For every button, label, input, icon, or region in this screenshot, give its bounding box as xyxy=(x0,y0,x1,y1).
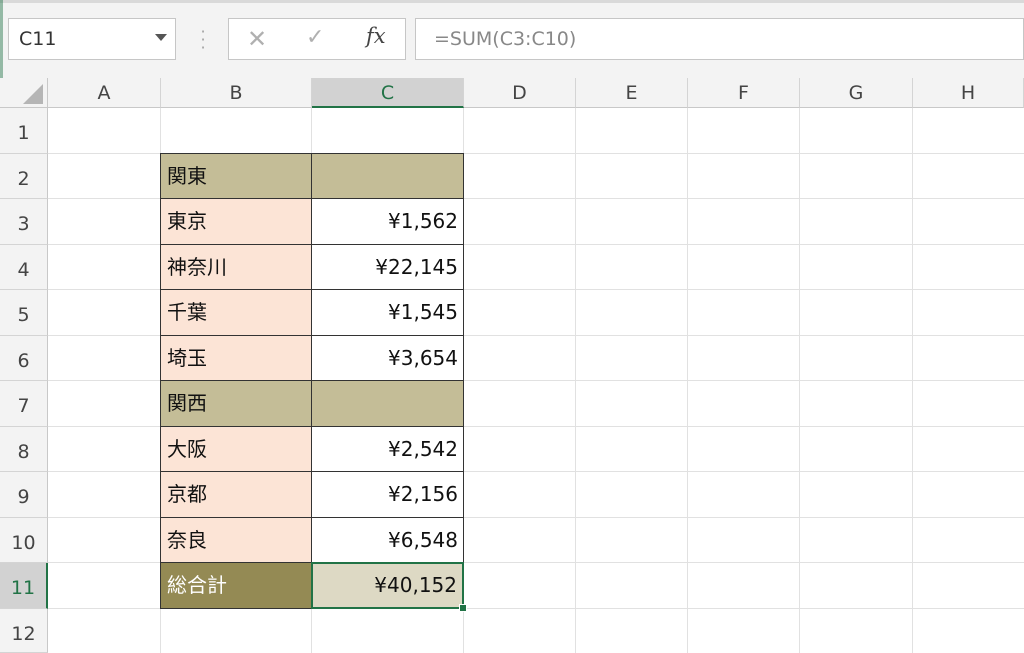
row-header-10[interactable]: 10 xyxy=(0,518,48,563)
cell-c11-grand-total-selected[interactable]: ¥40,152 xyxy=(311,562,464,609)
row-header-3[interactable]: 3 xyxy=(0,199,48,245)
name-box[interactable]: C11 xyxy=(8,18,176,60)
select-all-icon xyxy=(23,84,43,104)
row-header-5[interactable]: 5 xyxy=(0,290,48,336)
cell-c8[interactable]: ¥2,542 xyxy=(311,426,464,472)
row-header-11[interactable]: 11 xyxy=(0,563,48,609)
cell-b3[interactable]: 東京 xyxy=(160,198,312,245)
column-header-a[interactable]: A xyxy=(48,78,161,108)
formula-buttons: ✕ ✓ fx xyxy=(228,18,406,60)
row-header-7[interactable]: 7 xyxy=(0,381,48,427)
cell-b9[interactable]: 京都 xyxy=(160,471,312,518)
cancel-icon[interactable]: ✕ xyxy=(247,25,267,53)
column-header-b[interactable]: B xyxy=(161,78,312,108)
row-header-2[interactable]: 2 xyxy=(0,154,48,199)
column-header-h[interactable]: H xyxy=(913,78,1024,108)
column-header-d[interactable]: D xyxy=(464,78,576,108)
cell-c3[interactable]: ¥1,562 xyxy=(311,198,464,245)
name-box-value[interactable]: C11 xyxy=(19,28,56,50)
column-header-c[interactable]: C xyxy=(312,78,464,108)
column-header-f[interactable]: F xyxy=(688,78,800,108)
row-header-9[interactable]: 9 xyxy=(0,472,48,518)
fill-handle[interactable] xyxy=(459,604,467,612)
insert-function-icon[interactable]: fx xyxy=(366,24,386,48)
chevron-down-icon[interactable] xyxy=(155,34,167,41)
column-header-e[interactable]: E xyxy=(576,78,688,108)
cell-c9[interactable]: ¥2,156 xyxy=(311,471,464,518)
formula-bar-area: C11 · · · ✕ ✓ fx =SUM(C3:C10) xyxy=(0,0,1024,78)
cell-c2[interactable] xyxy=(311,153,464,199)
cell-c4[interactable]: ¥22,145 xyxy=(311,244,464,290)
cell-b7-region-kansai[interactable]: 関西 xyxy=(160,380,312,427)
column-header-g[interactable]: G xyxy=(800,78,913,108)
cell-b4[interactable]: 神奈川 xyxy=(160,244,312,290)
cell-b5[interactable]: 千葉 xyxy=(160,289,312,336)
enter-icon[interactable]: ✓ xyxy=(306,25,324,50)
row-header-12[interactable]: 12 xyxy=(0,609,48,653)
cell-b6[interactable]: 埼玉 xyxy=(160,335,312,381)
cell-b2-region-kanto[interactable]: 関東 xyxy=(160,153,312,199)
formula-text[interactable]: =SUM(C3:C10) xyxy=(434,28,576,50)
cell-c6[interactable]: ¥3,654 xyxy=(311,335,464,381)
cell-c10[interactable]: ¥6,548 xyxy=(311,517,464,563)
drag-handle-icon[interactable]: · · · xyxy=(200,24,206,56)
cell-c5[interactable]: ¥1,545 xyxy=(311,289,464,336)
cell-b8[interactable]: 大阪 xyxy=(160,426,312,472)
select-all-button[interactable] xyxy=(0,78,48,108)
row-header-1[interactable]: 1 xyxy=(0,108,48,154)
row-header-6[interactable]: 6 xyxy=(0,336,48,381)
cell-c7[interactable] xyxy=(311,380,464,427)
sheet-grid[interactable]: A B C D E F G H 1 2 3 4 5 6 7 8 9 10 11 … xyxy=(0,78,1024,653)
formula-input[interactable]: =SUM(C3:C10) xyxy=(415,18,1024,60)
cell-b10[interactable]: 奈良 xyxy=(160,517,312,563)
row-header-8[interactable]: 8 xyxy=(0,427,48,472)
cell-b11-grand-total-label[interactable]: 総合計 xyxy=(160,562,312,609)
row-header-4[interactable]: 4 xyxy=(0,245,48,290)
ribbon-edge xyxy=(0,0,1024,3)
